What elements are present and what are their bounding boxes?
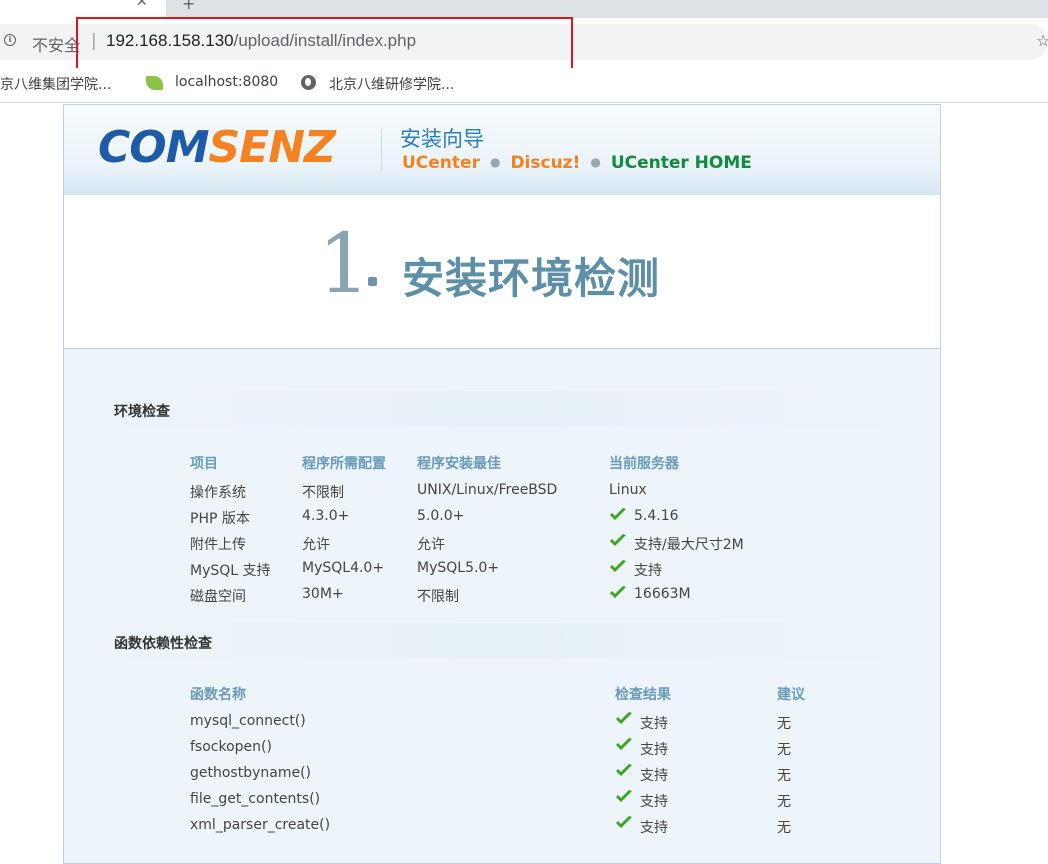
func-cell-name: xml_parser_create() [190,817,331,833]
leaf-icon [146,76,163,90]
env-cell-best: 允许 [417,537,445,553]
step-title: 安装环境检测 [402,254,661,303]
bookmarks-bar: 京八维集团学院... localhost:8080 北京八维研修学院... [0,68,1048,103]
globe-icon [301,75,316,90]
func-check-title: 函数依赖性检查 [114,636,212,652]
env-cell-item: 磁盘空间 [190,589,246,605]
col-header-item: 项目 [190,456,218,472]
check-icon [610,508,626,520]
wizard-title: 安装向导 [400,127,484,151]
env-cell-required: 4.3.0+ [302,508,350,524]
url-highlight-box [76,17,573,75]
col-header-function: 函数名称 [190,687,246,703]
func-cell-name: mysql_connect() [190,713,306,729]
check-icon [610,586,626,598]
env-check-title: 环境检查 [114,404,170,420]
close-icon[interactable]: ✕ [136,0,148,10]
env-cell-current: 5.4.16 [634,508,679,524]
func-cell-result: 支持 [640,716,668,732]
col-header-advice: 建议 [777,687,805,703]
func-cell-result: 支持 [640,768,668,784]
product-list: UCenter ● Discuz! ● UCenter HOME [402,153,752,173]
step-number: 1 [318,217,371,312]
installer-header: COMSENZ 安装向导 UCenter ● Discuz! ● UCenter HOM… [64,105,940,195]
step-dot [368,277,377,286]
env-cell-best: 5.0.0+ [417,508,465,524]
header-divider [381,129,382,171]
env-cell-required: 不限制 [302,485,344,501]
security-label[interactable]: 不安全 [32,32,80,56]
bookmark-item[interactable]: 京八维集团学院... [0,74,111,94]
product-ucenter-home: UCenter HOME [610,153,752,173]
col-header-result: 检查结果 [615,687,671,703]
check-icon [616,738,632,750]
bookmark-item[interactable]: 北京八维研修学院... [329,74,454,94]
step-panel: 1 安装环境检测 [64,195,940,349]
env-cell-item: 操作系统 [190,485,246,501]
check-icon [610,534,626,546]
func-cell-advice: 无 [777,742,791,758]
product-ucenter: UCenter [402,153,480,173]
env-cell-current: Linux [609,482,647,498]
active-tab[interactable]: ✕ [0,0,166,18]
func-cell-name: gethostbyname() [190,765,312,781]
func-cell-advice: 无 [777,716,791,732]
func-cell-advice: 无 [777,794,791,810]
check-icon [610,560,626,572]
bullet-icon: ● [590,155,601,169]
func-cell-result: 支持 [640,742,668,758]
func-cell-name: file_get_contents() [190,791,321,807]
product-discuz: Discuz! [510,153,581,173]
section-band [100,391,914,427]
check-icon [616,790,632,802]
bookmark-star-icon[interactable]: ☆ [1036,31,1048,50]
env-cell-required: 30M+ [302,586,344,602]
env-cell-current: 支持 [634,563,662,579]
func-cell-result: 支持 [640,820,668,836]
env-cell-current: 支持/最大尺寸2M [634,537,744,553]
env-cell-required: 允许 [302,537,330,553]
env-cell-best: MySQL5.0+ [417,560,500,576]
func-cell-advice: 无 [777,768,791,784]
env-cell-current: 16663M [634,586,691,602]
new-tab-icon[interactable]: + [182,0,195,13]
tab-strip: ✕ + [0,0,1048,18]
comsenz-logo: COMSENZ [98,122,336,173]
col-header-best: 程序安装最佳 [417,456,501,472]
func-cell-result: 支持 [640,794,668,810]
bullet-icon: ● [489,155,501,169]
func-cell-name: fsockopen() [190,739,272,755]
bookmark-item[interactable]: localhost:8080 [175,74,278,90]
env-cell-item: 附件上传 [190,537,246,553]
env-cell-required: MySQL4.0+ [302,560,385,576]
env-cell-best: UNIX/Linux/FreeBSD [417,482,558,498]
check-icon [616,712,632,724]
check-icon [616,816,632,828]
col-header-required: 程序所需配置 [302,456,386,472]
installer-page: COMSENZ 安装向导 UCenter ● Discuz! ● UCenter HOM… [63,104,941,864]
info-icon[interactable]: i [4,34,16,46]
check-icon [616,764,632,776]
env-cell-item: PHP 版本 [190,511,250,527]
env-cell-item: MySQL 支持 [190,563,271,579]
section-band [100,623,914,659]
col-header-current: 当前服务器 [609,456,679,472]
func-cell-advice: 无 [777,820,791,836]
env-cell-best: 不限制 [417,589,459,605]
